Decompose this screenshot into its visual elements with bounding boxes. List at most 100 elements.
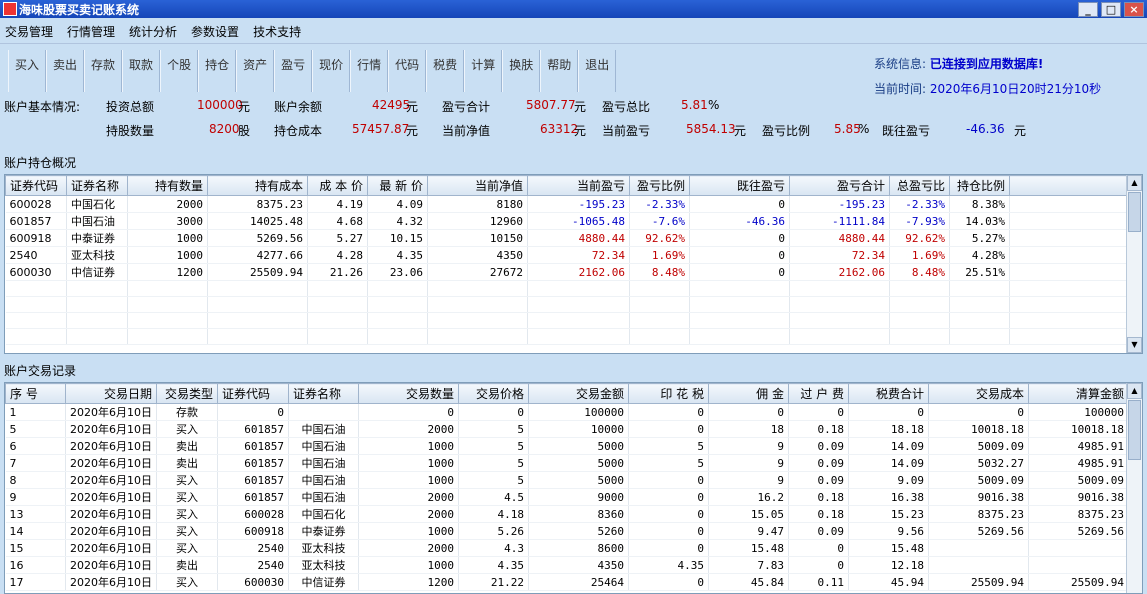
holdings-button[interactable]: 持仓	[198, 50, 237, 92]
table-row[interactable]: 600918 中泰证券 1000 5269.56 5.27 10.15 10150 4880.…	[5, 229, 1129, 247]
holdings-col-header[interactable]: 持有成本	[207, 175, 308, 196]
holdings-col-header[interactable]: 持仓比例	[949, 175, 1010, 196]
trades-col-header[interactable]: 税费合计	[848, 383, 929, 404]
trades-col-header[interactable]: 清算金额	[1028, 383, 1129, 404]
table-row[interactable]: 13 2020年6月10日 买入 600028 中国石化 2000 4.18 8360 0 15.…	[5, 505, 1129, 523]
holdings-col-header[interactable]: 当前盈亏	[527, 175, 630, 196]
stock-button[interactable]: 个股	[160, 50, 199, 92]
trades-col-header[interactable]: 印 花 税	[628, 383, 709, 404]
tax-fee-button[interactable]: 税费	[426, 50, 465, 92]
exit-button[interactable]: 退出	[578, 50, 617, 92]
holdings-col-header[interactable]: 盈亏比例	[629, 175, 690, 196]
trades-col-header[interactable]: 证券代码	[217, 383, 289, 404]
table-row[interactable]	[5, 280, 1129, 297]
table-row[interactable]	[5, 328, 1129, 345]
trades-col-header[interactable]: 交易日期	[65, 383, 157, 404]
table-cell: 1	[5, 403, 66, 421]
current-price-button[interactable]: 现价	[312, 50, 351, 92]
table-row[interactable]: 8 2020年6月10日 买入 601857 中国石油 1000 5 5000 0 9 0.09 9.…	[5, 471, 1129, 489]
table-cell	[789, 312, 890, 329]
menu-support[interactable]: 技术支持	[253, 23, 301, 40]
table-cell: 0	[848, 403, 929, 421]
trades-table[interactable]: 序 号交易日期 交易类型 证券代码 证券名称 交易数量 交易价格 交易金额印 花 税佣 金过…	[4, 382, 1143, 594]
holdings-col-header[interactable]: 成 本 价	[307, 175, 368, 196]
holdings-scrollbar[interactable]: ▲ ▼	[1126, 175, 1142, 353]
table-row[interactable]	[5, 312, 1129, 329]
table-row[interactable]: 16 2020年6月10日 卖出 2540 亚太科技 1000 4.35 4350 4.35 7.…	[5, 556, 1129, 574]
trades-scrollbar[interactable]: ▲	[1126, 383, 1142, 593]
skin-button[interactable]: 换肤	[502, 50, 541, 92]
scroll-thumb[interactable]	[1128, 192, 1141, 232]
table-cell: 中国石油	[288, 420, 359, 438]
sell-button[interactable]: 卖出	[46, 50, 85, 92]
table-row[interactable]: 1 2020年6月10日 存款 0 0 0 100000 0 0 0 0 0 100000	[5, 403, 1129, 421]
maximize-icon[interactable]: □	[1101, 1, 1121, 17]
trades-col-header[interactable]: 序 号	[5, 383, 66, 404]
deposit-button[interactable]: 存款	[84, 50, 123, 92]
trades-col-header[interactable]: 证券名称	[288, 383, 359, 404]
menu-trade[interactable]: 交易管理	[5, 23, 53, 40]
table-row[interactable]: 600028 中国石化 2000 8375.23 4.19 4.09 8180 -195.23…	[5, 195, 1129, 213]
scroll-thumb[interactable]	[1128, 400, 1141, 460]
trades-col-header[interactable]: 交易价格	[458, 383, 529, 404]
holdings-col-header[interactable]: 最 新 价	[367, 175, 428, 196]
trades-col-header[interactable]: 交易类型	[156, 383, 218, 404]
trades-col-header[interactable]: 交易成本	[928, 383, 1029, 404]
withdraw-button[interactable]: 取款	[122, 50, 161, 92]
table-cell: 7	[5, 454, 66, 472]
calculate-button[interactable]: 计算	[464, 50, 503, 92]
trades-col-header[interactable]: 交易数量	[358, 383, 459, 404]
table-cell: 15.48	[848, 539, 929, 557]
table-row[interactable]: 7 2020年6月10日 卖出 601857 中国石油 1000 5 5000 5 9 0.09 14…	[5, 454, 1129, 472]
table-row[interactable]: 600030 中信证券 1200 25509.94 21.26 23.06 27672 216…	[5, 263, 1129, 281]
profit-loss-button[interactable]: 盈亏	[274, 50, 313, 92]
assets-button[interactable]: 资产	[236, 50, 275, 92]
holdings-col-header[interactable]: 证券代码	[5, 175, 67, 196]
holdings-col-header[interactable]: 当前净值	[427, 175, 528, 196]
table-row[interactable]: 15 2020年6月10日 买入 2540 亚太科技 2000 4.3 8600 0 15.48 0…	[5, 539, 1129, 557]
buy-button[interactable]: 买入	[8, 50, 47, 92]
scroll-down-icon[interactable]: ▼	[1127, 337, 1142, 353]
scroll-up-icon[interactable]: ▲	[1127, 383, 1142, 399]
table-cell: 21.22	[458, 573, 529, 591]
table-row[interactable]: 2540 亚太科技 1000 4277.66 4.28 4.35 4350 72.34 1.69…	[5, 246, 1129, 264]
holdings-col-header[interactable]: 既往盈亏	[689, 175, 790, 196]
market-button[interactable]: 行情	[350, 50, 389, 92]
table-cell: -195.23	[527, 195, 630, 213]
cost-value: 57457.87	[352, 122, 410, 136]
table-row[interactable]: 601857 中国石油 3000 14025.48 4.68 4.32 12960 -1065…	[5, 212, 1129, 230]
trades-col-header[interactable]: 过 户 费	[788, 383, 849, 404]
table-row[interactable]: 17 2020年6月10日 买入 600030 中信证券 1200 21.22 25464 0 4…	[5, 573, 1129, 591]
holdings-col-header[interactable]: 证券名称	[66, 175, 128, 196]
minimize-icon[interactable]: _	[1078, 1, 1098, 17]
table-cell	[127, 328, 208, 345]
table-cell: 600030	[5, 263, 67, 281]
table-cell: 0	[788, 539, 849, 557]
table-cell: 16	[5, 556, 66, 574]
table-cell	[427, 280, 528, 297]
table-row[interactable]: 6 2020年6月10日 卖出 601857 中国石油 1000 5 5000 5 9 0.09 14…	[5, 437, 1129, 455]
table-cell: 5	[5, 420, 66, 438]
menu-stats[interactable]: 统计分析	[129, 23, 177, 40]
table-row[interactable]: 14 2020年6月10日 买入 600918 中泰证券 1000 5.26 5260 0 9.4…	[5, 522, 1129, 540]
holdings-col-header[interactable]: 持有数量	[127, 175, 208, 196]
close-icon[interactable]: ×	[1124, 1, 1144, 17]
table-row[interactable]: 5 2020年6月10日 买入 601857 中国石油 2000 5 10000 0 18 0.18…	[5, 420, 1129, 438]
table-cell: 买入	[156, 420, 218, 438]
holdings-table[interactable]: 证券代码 证券名称 持有数量 持有成本成 本 价最 新 价当前净值 当前盈亏 盈亏比例 既往…	[4, 174, 1143, 354]
menu-settings[interactable]: 参数设置	[191, 23, 239, 40]
table-cell: 4880.44	[789, 229, 890, 247]
menu-market[interactable]: 行情管理	[67, 23, 115, 40]
table-row[interactable]	[5, 296, 1129, 313]
code-button[interactable]: 代码	[388, 50, 427, 92]
trades-col-header[interactable]: 佣 金	[708, 383, 789, 404]
holdings-col-header[interactable]: 盈亏合计	[789, 175, 890, 196]
table-cell: 45.94	[848, 573, 929, 591]
table-cell: 1200	[127, 263, 208, 281]
holdings-col-header[interactable]: 总盈亏比	[889, 175, 950, 196]
help-button[interactable]: 帮助	[540, 50, 579, 92]
trades-col-header[interactable]: 交易金额	[528, 383, 629, 404]
table-cell: -46.36	[689, 212, 790, 230]
table-row[interactable]: 9 2020年6月10日 买入 601857 中国石油 2000 4.5 9000 0 16.2 0…	[5, 488, 1129, 506]
scroll-up-icon[interactable]: ▲	[1127, 175, 1142, 191]
